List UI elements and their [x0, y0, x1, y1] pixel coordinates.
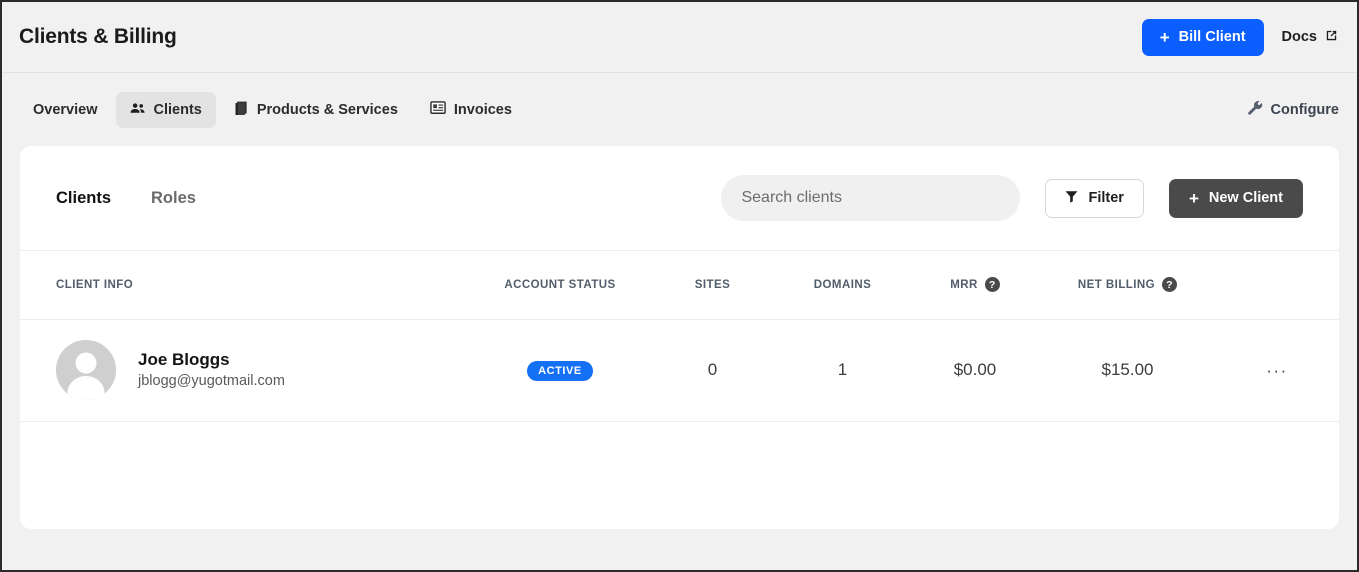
- column-label: MRR: [950, 279, 978, 291]
- tab-clients-label: Clients: [154, 102, 202, 118]
- wrench-icon: [1247, 100, 1263, 120]
- tab-list: Overview Clients Products: [19, 92, 526, 128]
- plus-icon: +: [1189, 190, 1199, 207]
- column-header-net-billing: Net Billing ?: [1040, 251, 1215, 319]
- column-header-sites: Sites: [650, 251, 775, 319]
- cell-sites: 0: [650, 319, 775, 421]
- avatar: [56, 340, 116, 400]
- net-billing-help-icon[interactable]: ?: [1162, 277, 1177, 292]
- configure-link[interactable]: Configure: [1247, 100, 1339, 120]
- card-tab-list: Clients Roles: [56, 189, 196, 208]
- table-header-row: Client Info Account Status Sites Domains: [20, 251, 1339, 319]
- invoice-icon: [430, 100, 446, 119]
- tab-overview[interactable]: Overview: [19, 92, 112, 128]
- clients-card: Clients Roles Filter + New Client: [20, 146, 1339, 529]
- column-label: Domains: [814, 279, 871, 291]
- new-client-button[interactable]: + New Client: [1169, 179, 1303, 218]
- column-header-account-status: Account Status: [470, 251, 650, 319]
- column-header-actions: [1215, 251, 1339, 319]
- mrr-help-icon[interactable]: ?: [985, 277, 1000, 292]
- plus-icon: +: [1160, 29, 1170, 46]
- tab-overview-label: Overview: [33, 102, 98, 118]
- column-label: Client Info: [56, 279, 133, 291]
- column-header-client-info: Client Info: [20, 251, 470, 319]
- status-badge: ACTIVE: [527, 361, 593, 381]
- page-header: Clients & Billing + Bill Client Docs: [2, 2, 1357, 73]
- tab-products-services-label: Products & Services: [257, 102, 398, 118]
- clients-table-body: Joe Bloggs jblogg@yugotmail.com ACTIVE 0…: [20, 319, 1339, 421]
- section-tabbar: Overview Clients Products: [2, 73, 1357, 146]
- docs-link[interactable]: Docs: [1282, 28, 1341, 47]
- cell-net-billing: $15.00: [1040, 319, 1215, 421]
- new-client-label: New Client: [1209, 190, 1283, 206]
- cell-client-info: Joe Bloggs jblogg@yugotmail.com: [20, 319, 470, 421]
- clients-table-head: Client Info Account Status Sites Domains: [20, 251, 1339, 319]
- configure-label: Configure: [1271, 102, 1339, 118]
- card-tab-roles[interactable]: Roles: [151, 189, 196, 208]
- client-name: Joe Bloggs: [138, 349, 285, 372]
- bill-client-button[interactable]: + Bill Client: [1142, 19, 1264, 56]
- card-tab-clients[interactable]: Clients: [56, 189, 111, 208]
- docs-label: Docs: [1282, 29, 1317, 45]
- card-toolbar: Clients Roles Filter + New Client: [20, 146, 1339, 251]
- filter-button[interactable]: Filter: [1045, 179, 1143, 218]
- column-label: Account Status: [504, 279, 615, 291]
- cell-domains: 1: [775, 319, 910, 421]
- filter-label: Filter: [1088, 190, 1123, 206]
- tab-products-services[interactable]: Products & Services: [220, 92, 412, 128]
- table-row[interactable]: Joe Bloggs jblogg@yugotmail.com ACTIVE 0…: [20, 319, 1339, 421]
- tab-invoices-label: Invoices: [454, 102, 512, 118]
- card-toolbar-actions: Filter + New Client: [721, 175, 1303, 221]
- clients-table: Client Info Account Status Sites Domains: [20, 251, 1339, 422]
- cell-mrr: $0.00: [910, 319, 1040, 421]
- column-label: Net Billing: [1078, 279, 1155, 291]
- tab-clients[interactable]: Clients: [116, 92, 216, 128]
- people-icon: [130, 101, 146, 119]
- header-actions: + Bill Client Docs: [1142, 19, 1341, 56]
- column-header-domains: Domains: [775, 251, 910, 319]
- cell-account-status: ACTIVE: [470, 319, 650, 421]
- bill-client-label: Bill Client: [1179, 29, 1246, 45]
- funnel-icon: [1065, 190, 1078, 207]
- book-icon: [234, 100, 249, 120]
- tab-invoices[interactable]: Invoices: [416, 92, 526, 128]
- column-header-mrr: MRR ?: [910, 251, 1040, 319]
- column-label: Sites: [695, 279, 730, 291]
- search-input[interactable]: [721, 175, 1020, 221]
- external-link-icon: [1324, 28, 1339, 47]
- client-email: jblogg@yugotmail.com: [138, 372, 285, 392]
- card-footer: [20, 422, 1339, 500]
- row-actions-menu-icon[interactable]: ···: [1215, 319, 1339, 421]
- page-title: Clients & Billing: [19, 25, 177, 49]
